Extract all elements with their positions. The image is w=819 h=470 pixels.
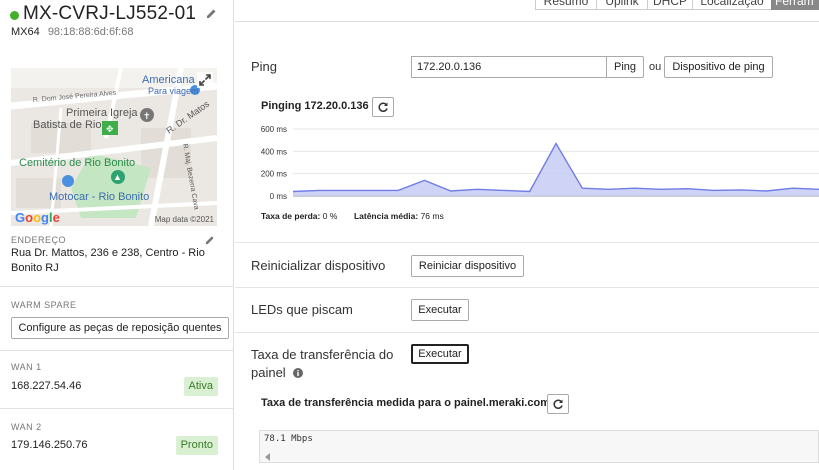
blink-leds-label: LEDs que piscam: [251, 302, 353, 317]
wan2-status-badge: Pronto: [175, 436, 218, 455]
map-label: Americana: [142, 74, 195, 86]
wan1-status-badge: Ativa: [183, 377, 218, 396]
throughput-output[interactable]: 78.1 Mbps: [259, 430, 819, 463]
throughput-run-button[interactable]: Executar: [411, 344, 469, 364]
map-label: Motocar - Rio Bonito: [49, 191, 149, 203]
location-map[interactable]: ✝ ▲ ✥ Americana Para viagem R. Dom José …: [11, 68, 217, 226]
device-sidebar: MX-CVRJ-LJ552-01 MX64 98:18:88:6d:6f:68: [0, 0, 234, 470]
loss-label: Taxa de perda:: [261, 211, 321, 221]
info-icon[interactable]: [293, 365, 304, 383]
ping-target-input[interactable]: [411, 56, 607, 78]
divider: [235, 287, 819, 288]
throughput-result-title: Taxa de transferência medida para o pain…: [261, 397, 550, 409]
svg-text:✝: ✝: [143, 111, 151, 121]
address-value: Rua Dr. Mattos, 236 e 238, Centro - Rio …: [11, 247, 205, 274]
ping-result-title: Pinging 172.20.0.136: [261, 100, 369, 112]
y-tick-label: 200 ms: [261, 170, 287, 179]
latency-label: Latência média:: [353, 211, 419, 221]
refresh-icon: [378, 102, 388, 112]
map-copyright: Map data ©2021: [154, 215, 214, 224]
ping-label: Ping: [251, 59, 278, 74]
y-tick-label: 0 ms: [270, 192, 287, 201]
ping-button[interactable]: Ping: [606, 56, 644, 78]
refresh-throughput-button[interactable]: [547, 394, 569, 414]
tab-uplink[interactable]: Uplink: [596, 0, 648, 10]
ping-device-button[interactable]: Dispositivo de ping: [664, 56, 773, 78]
or-text: ou: [649, 61, 662, 73]
svg-text:✥: ✥: [106, 124, 114, 134]
tab-resumo[interactable]: Resumo: [535, 0, 597, 10]
tab-bar: Resumo Uplink DHCP Localização Ferram: [235, 0, 819, 22]
configure-warm-spare-button[interactable]: Configure as peças de reposição quentes: [11, 317, 229, 339]
expand-icon[interactable]: [197, 72, 213, 88]
divider: [235, 332, 819, 333]
wan1-ip: 168.227.54.46: [11, 380, 82, 392]
address-label: ENDEREÇO: [11, 235, 67, 245]
wan1-label: WAN 1: [11, 362, 42, 372]
refresh-ping-button[interactable]: [372, 97, 394, 117]
reboot-device-button[interactable]: Reiniciar dispositivo: [411, 255, 524, 277]
divider: [0, 286, 234, 287]
y-tick-label: 600 ms: [261, 125, 287, 134]
ping-chart: 600 ms 400 ms 200 ms 0 ms: [261, 125, 819, 201]
pencil-icon[interactable]: [206, 8, 217, 22]
reboot-label: Reinicializar dispositivo: [251, 258, 386, 273]
warm-spare-label: WARM SPARE: [11, 300, 77, 310]
divider: [235, 242, 819, 243]
refresh-icon: [553, 399, 563, 409]
tab-localizacao[interactable]: Localização: [692, 0, 772, 10]
device-mac: 98:18:88:6d:6f:68: [47, 26, 134, 38]
latency-value: 76 ms: [420, 211, 444, 221]
loss-value: 0 %: [322, 211, 338, 221]
throughput-label-text: Taxa de transferência do painel: [251, 347, 394, 380]
map-label: Primeira Igreja: [66, 107, 138, 119]
wan2-label: WAN 2: [11, 422, 42, 432]
throughput-label: Taxa de transferência do painel: [251, 346, 411, 383]
google-logo: Google: [15, 210, 60, 225]
divider: [0, 408, 234, 409]
tab-ferramentas[interactable]: Ferram: [771, 0, 819, 10]
map-label: Para viagem: [148, 86, 199, 96]
scroll-left-icon[interactable]: [265, 450, 271, 464]
blink-leds-button[interactable]: Executar: [411, 299, 469, 321]
y-tick-label: 400 ms: [261, 147, 287, 156]
divider: [0, 350, 234, 351]
device-title: MX-CVRJ-LJ552-01: [10, 3, 217, 25]
throughput-output-text: 78.1 Mbps: [264, 434, 313, 444]
map-label: Batista de Rio: [33, 119, 101, 131]
device-model: MX64: [11, 26, 40, 38]
tab-dhcp[interactable]: DHCP: [647, 0, 693, 10]
ping-stats: Taxa de perda: 0 % Latência média: 76 ms: [261, 211, 444, 221]
device-subtitle: MX64 98:18:88:6d:6f:68: [11, 26, 133, 38]
svg-text:▲: ▲: [113, 172, 122, 182]
tools-panel: Resumo Uplink DHCP Localização Ferram Pi…: [235, 0, 819, 470]
map-label: Cemitério de Rio Bonito: [19, 157, 135, 169]
wan2-ip: 179.146.250.76: [11, 439, 88, 451]
status-dot: [10, 10, 19, 20]
device-name: MX-CVRJ-LJ552-01: [23, 3, 197, 24]
